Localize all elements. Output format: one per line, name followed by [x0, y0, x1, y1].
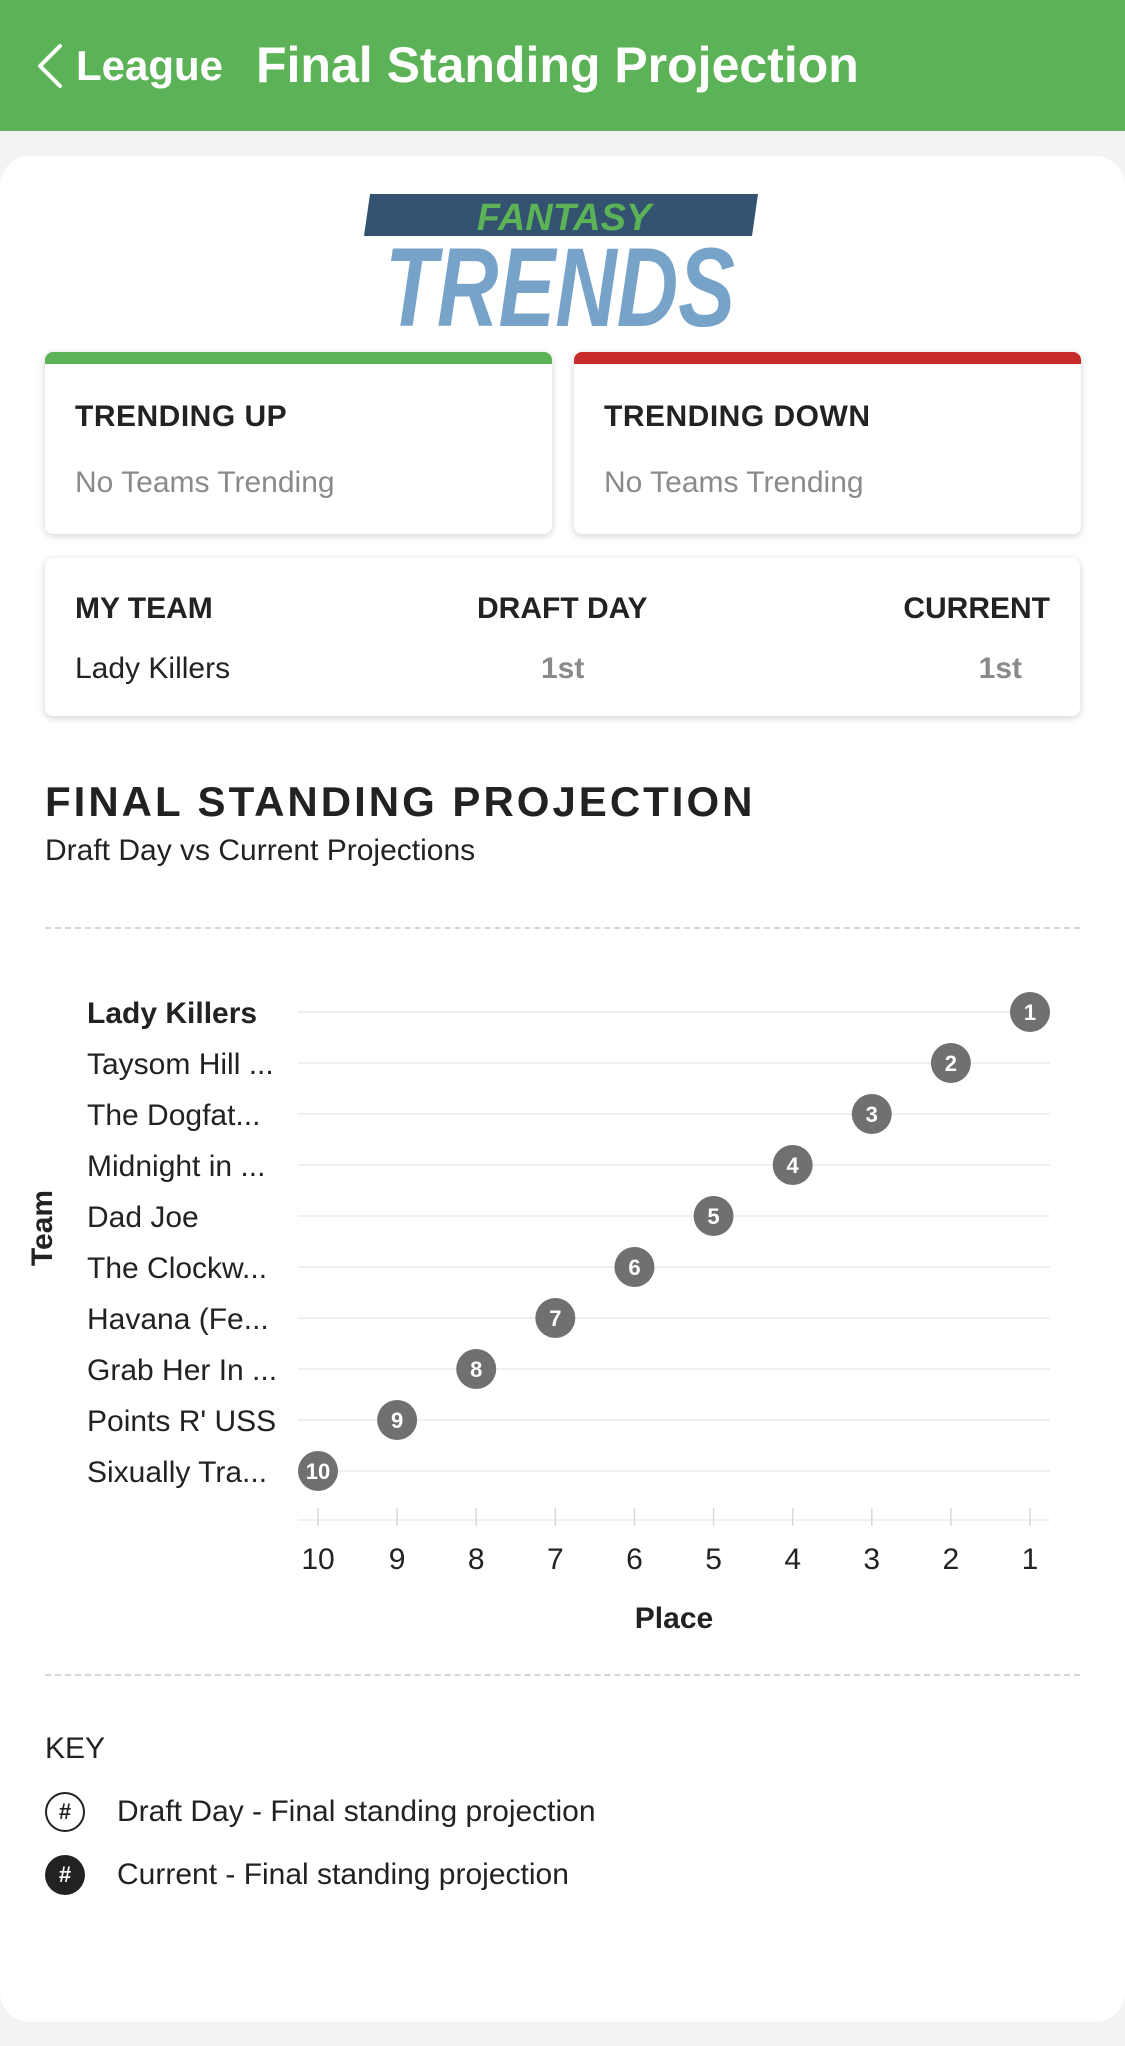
logo-trends-text: TRENDS: [385, 225, 735, 334]
team-label: Sixually Tra...: [87, 1456, 267, 1489]
divider: [45, 927, 1080, 929]
marker-label: 9: [391, 1408, 403, 1433]
trending-down-card: TRENDING DOWN No Teams Trending: [574, 352, 1081, 534]
key-draft-label: Draft Day - Final standing projection: [117, 1795, 596, 1828]
marker-label: 6: [628, 1255, 640, 1280]
x-tick-label: 6: [626, 1543, 643, 1576]
x-axis-label: Place: [635, 1602, 713, 1635]
section-subtitle: Draft Day vs Current Projections: [45, 834, 476, 867]
my-team-card: MY TEAM DRAFT DAY CURRENT Lady Killers 1…: [45, 558, 1080, 716]
back-button[interactable]: League: [36, 0, 223, 131]
team-label: Taysom Hill ...: [87, 1048, 274, 1081]
x-tick-label: 9: [389, 1543, 406, 1576]
key-current-row: # Current - Final standing projection: [45, 1855, 569, 1895]
trending-up-accent-bar: [45, 352, 552, 364]
divider: [45, 1674, 1080, 1676]
current-value: 1st: [978, 652, 1022, 685]
x-tick-label: 5: [705, 1543, 722, 1576]
fantasy-trends-logo: FANTASY TRENDS: [364, 194, 758, 334]
marker-label: 10: [306, 1459, 330, 1484]
team-label: Midnight in ...: [87, 1150, 265, 1183]
section-title: FINAL STANDING PROJECTION: [45, 778, 756, 825]
marker-label: 1: [1024, 1000, 1036, 1025]
page-title: Final Standing Projection: [256, 37, 859, 93]
team-label: Dad Joe: [87, 1201, 199, 1234]
y-axis-label: Team: [26, 1190, 59, 1266]
team-label: Points R' USS: [87, 1405, 276, 1438]
my-team-header: MY TEAM: [75, 592, 213, 625]
key-current-label: Current - Final standing projection: [117, 1858, 569, 1891]
standings-chart: Lady Killers Taysom Hill ... The Dogfat...…: [26, 992, 1050, 1635]
my-team-name: Lady Killers: [75, 652, 231, 685]
x-tick-label: 1: [1022, 1543, 1039, 1576]
current-marker-icon: #: [45, 1855, 85, 1895]
marker-label: 2: [945, 1051, 957, 1076]
team-label: Grab Her In ...: [87, 1354, 277, 1387]
draft-marker-icon: #: [45, 1792, 85, 1832]
marker-label: 8: [470, 1357, 482, 1382]
key-draft-row: # Draft Day - Final standing projection: [45, 1792, 596, 1832]
app-header: League Final Standing Projection: [0, 0, 1125, 131]
current-header: CURRENT: [903, 592, 1050, 625]
draft-day-value: 1st: [541, 652, 585, 685]
back-label: League: [76, 41, 224, 89]
x-tick-label: 2: [943, 1543, 960, 1576]
marker-label: 5: [707, 1204, 719, 1229]
trending-down-title: TRENDING DOWN: [604, 400, 871, 433]
trending-down-accent-bar: [574, 352, 1081, 364]
trending-up-card: TRENDING UP No Teams Trending: [45, 352, 552, 534]
x-tick-label: 4: [784, 1543, 801, 1576]
trending-down-text: No Teams Trending: [604, 466, 864, 499]
x-tick-label: 7: [547, 1543, 564, 1576]
team-label: Havana (Fe...: [87, 1303, 269, 1336]
x-tick-label: 8: [468, 1543, 485, 1576]
chevron-left-icon: [38, 43, 62, 88]
trending-up-title: TRENDING UP: [75, 400, 288, 433]
trending-up-text: No Teams Trending: [75, 466, 335, 499]
team-label: The Clockw...: [87, 1252, 267, 1285]
marker-label: 3: [866, 1102, 878, 1127]
marker-label: 4: [787, 1153, 800, 1178]
marker-label: 7: [549, 1306, 561, 1331]
team-label: Lady Killers: [87, 997, 257, 1030]
team-label: The Dogfat...: [87, 1099, 260, 1132]
key-title: KEY: [45, 1732, 106, 1765]
x-tick-label: 10: [301, 1543, 334, 1576]
x-tick-label: 3: [863, 1543, 880, 1576]
draft-day-header: DRAFT DAY: [477, 592, 648, 625]
